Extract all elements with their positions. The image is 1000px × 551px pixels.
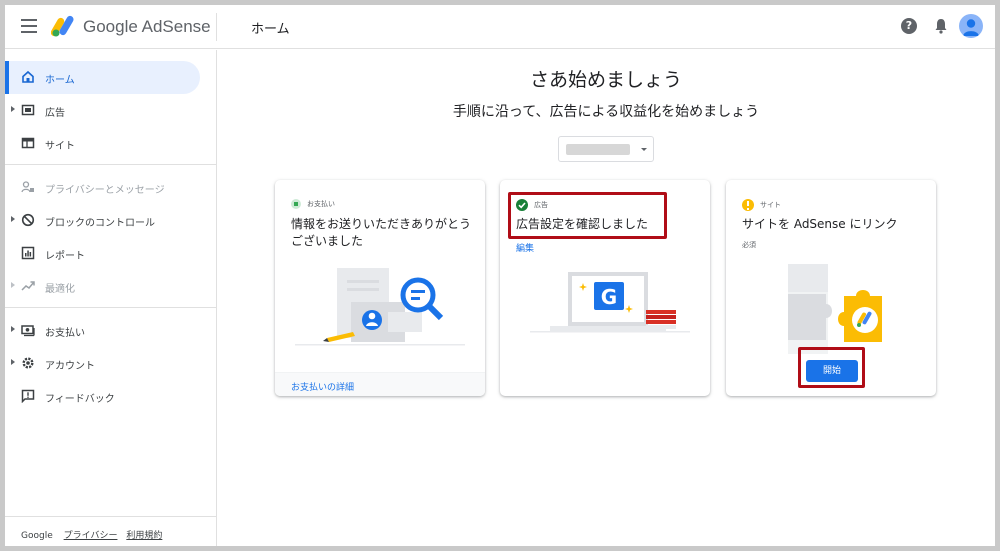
sidebar-item-ads[interactable]: 広告 (5, 94, 200, 127)
sidebar-item-home[interactable]: ホーム (5, 61, 200, 94)
reports-icon (21, 246, 35, 260)
sidebar-divider (5, 516, 217, 517)
expand-caret-icon (11, 282, 15, 288)
sidebar-item-label: お支払い (45, 328, 85, 339)
sidebar-item-feedback[interactable]: フィードバック (5, 380, 200, 413)
page-header-title: ホーム (251, 22, 290, 37)
account-avatar[interactable] (959, 14, 983, 38)
card-category: お支払い (291, 199, 335, 209)
privacy-link[interactable]: プライバシー (64, 531, 118, 541)
app-window: Google AdSense ホーム ? ホーム 広告 サイト プライバシーとメ… (5, 5, 995, 546)
sites-icon (21, 137, 35, 149)
menu-icon[interactable] (21, 19, 37, 33)
home-icon (22, 70, 34, 83)
sidebar-divider (5, 307, 217, 308)
site-selector-dropdown[interactable] (558, 136, 654, 162)
privacy-icon (21, 181, 34, 193)
ads-icon (21, 104, 35, 116)
card-category: サイト (742, 199, 781, 211)
sidebar-item-label: サイト (45, 141, 75, 152)
sidebar-item-label: 広告 (45, 108, 65, 119)
warning-icon (742, 199, 754, 211)
status-dot-icon (291, 199, 301, 209)
payments-icon (21, 325, 35, 337)
sidebar-item-label: プライバシーとメッセージ (45, 185, 165, 196)
notification-bell-icon[interactable] (933, 17, 949, 35)
sidebar-item-optimization: 最適化 (5, 270, 200, 303)
adsense-logo-icon (51, 15, 74, 37)
terms-link[interactable]: 利用規約 (126, 531, 162, 541)
sidebar-footer: Google プライバシー 利用規約 (21, 528, 162, 541)
sidebar-item-label: 最適化 (45, 284, 75, 295)
sidebar-item-sites[interactable]: サイト (5, 127, 200, 160)
page-title: さあ始めましょう (529, 69, 682, 91)
expand-caret-icon (11, 326, 15, 332)
sidebar-item-label: ホーム (45, 75, 75, 86)
sidebar-item-label: アカウント (45, 361, 95, 372)
expand-caret-icon (11, 106, 15, 112)
brand-name: Google AdSense (83, 17, 211, 36)
divider (216, 13, 217, 41)
top-bar: Google AdSense ホーム ? (5, 5, 995, 49)
sidebar-item-payments[interactable]: お支払い (5, 314, 200, 347)
help-icon[interactable]: ? (901, 18, 917, 34)
card-category-label: お支払い (307, 200, 335, 208)
laptop-google-illustration: G (530, 272, 690, 333)
puzzle-pieces-illustration (788, 264, 882, 354)
payments-card: お支払い 情報をお送りいただきありがとうございました お支払いの詳細 (275, 180, 485, 396)
sidebar-item-privacy: プライバシーとメッセージ (5, 171, 200, 204)
card-title: サイトを AdSense にリンク (742, 217, 898, 231)
highlight-box-start-button (798, 347, 865, 388)
sidebar-item-blocking-controls[interactable]: ブロックのコントロール (5, 204, 200, 237)
block-icon (21, 213, 35, 227)
card-footer: お支払いの詳細 (275, 372, 485, 396)
expand-caret-icon (11, 359, 15, 365)
card-category-label: サイト (760, 201, 781, 209)
account-gear-icon (22, 357, 34, 369)
card-title: 情報をお送りいただきありがとうございました (291, 217, 472, 248)
avatar-person-icon (963, 19, 979, 36)
required-label: 必須 (742, 241, 756, 249)
sidebar-item-label: フィードバック (45, 394, 115, 405)
highlight-box-ads-confirmed (508, 192, 667, 239)
sidebar-item-label: レポート (45, 251, 85, 262)
sidebar-item-label: ブロックのコントロール (45, 218, 155, 229)
dropdown-arrow-icon (641, 148, 647, 151)
svg-text:G: G (601, 285, 617, 309)
sidebar-divider (5, 164, 217, 165)
page-subtitle: 手順に沿って、広告による収益化を始めましょう (452, 104, 760, 120)
optimize-icon (21, 281, 35, 291)
redacted-site-name (566, 144, 630, 155)
feedback-icon (21, 389, 35, 403)
footer-google: Google (21, 531, 53, 541)
documents-magnifier-illustration (295, 268, 465, 346)
sidebar: ホーム 広告 サイト プライバシーとメッセージ ブロックのコントロール レポート (5, 50, 217, 546)
edit-link[interactable]: 編集 (516, 241, 534, 254)
sidebar-item-reports[interactable]: レポート (5, 237, 200, 270)
payment-details-link[interactable]: お支払いの詳細 (291, 380, 354, 393)
expand-caret-icon (11, 216, 15, 222)
sidebar-item-account[interactable]: アカウント (5, 347, 200, 380)
